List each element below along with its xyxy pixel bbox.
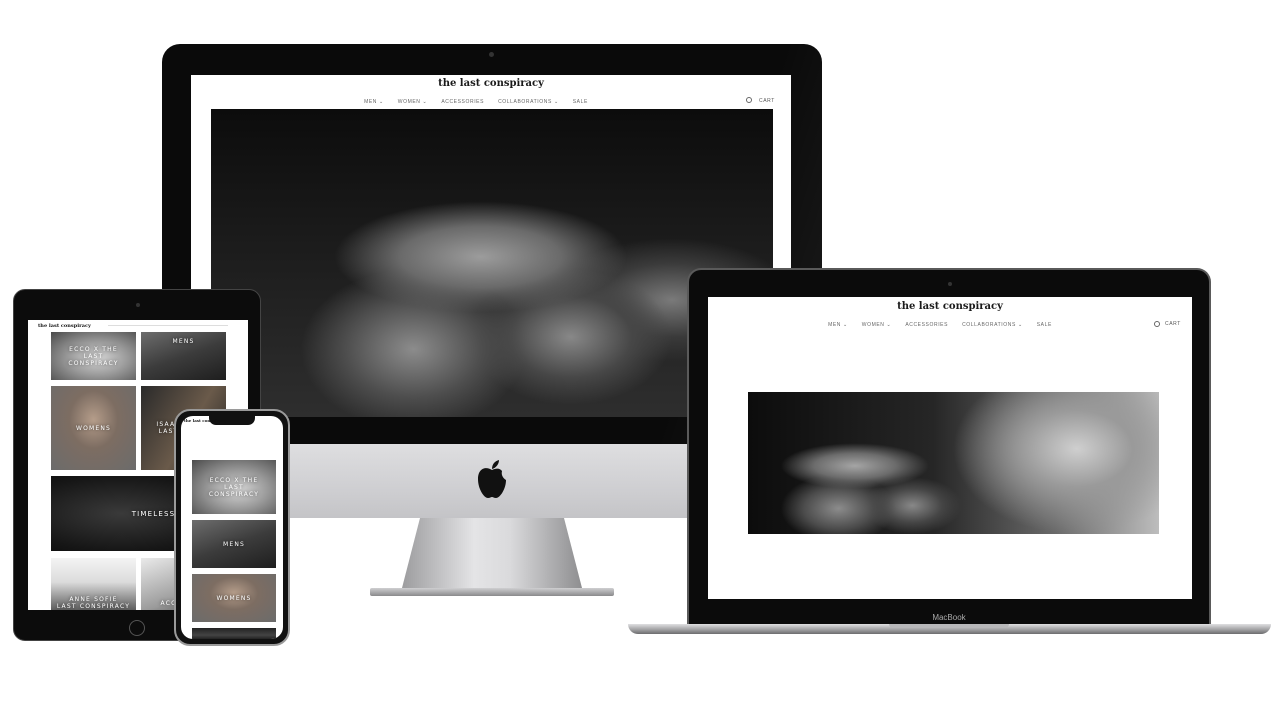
- nav-accessories[interactable]: ACCESSORIES: [441, 99, 484, 105]
- apple-logo-icon: [474, 458, 510, 500]
- laptop-cart-link[interactable]: CART: [1165, 321, 1181, 327]
- site-title[interactable]: the last conspiracy: [191, 78, 791, 89]
- iphone-screen: the last conspiracy ECCO X THE LAST CONS…: [181, 416, 283, 639]
- macbook-screen: the last conspiracy MEN ⌄ WOMEN ⌄ ACCESS…: [708, 297, 1192, 599]
- macbook-lid: the last conspiracy MEN ⌄ WOMEN ⌄ ACCESS…: [687, 268, 1211, 624]
- imac-camera: [489, 52, 494, 57]
- laptop-nav-accessories[interactable]: ACCESSORIES: [905, 322, 948, 328]
- tile-womens[interactable]: WOMENS: [51, 386, 136, 470]
- tile-anne-sofie[interactable]: ANNE SOFIE LAST CONSPIRACY: [51, 558, 136, 610]
- iphone-device: the last conspiracy ECCO X THE LAST CONS…: [174, 409, 290, 646]
- laptop-search-icon[interactable]: [1154, 321, 1160, 327]
- imac-stand-foot: [370, 588, 614, 596]
- laptop-nav-women[interactable]: WOMEN ⌄: [862, 322, 892, 328]
- laptop-hero-image: [748, 392, 1159, 534]
- tile-mens[interactable]: MENS: [141, 332, 226, 380]
- iphone-site-title[interactable]: the last conspiracy: [184, 418, 226, 423]
- ipad-home-button: [129, 620, 145, 636]
- laptop-nav-sale[interactable]: SALE: [1037, 322, 1052, 328]
- nav-collaborations[interactable]: COLLABORATIONS ⌄: [498, 99, 559, 105]
- imac-stand: [402, 518, 582, 588]
- phone-tile-womens[interactable]: WOMENS: [192, 574, 276, 622]
- nav-men[interactable]: MEN ⌄: [364, 99, 384, 105]
- macbook-notch: [889, 624, 1009, 628]
- phone-tile-mens[interactable]: MENS: [192, 520, 276, 568]
- macbook-camera: [948, 282, 952, 286]
- laptop-site-title[interactable]: the last conspiracy: [708, 301, 1192, 312]
- nav-women[interactable]: WOMEN ⌄: [398, 99, 428, 105]
- macbook-brand: MacBook: [932, 613, 966, 622]
- cart-link[interactable]: CART: [759, 98, 775, 104]
- ipad-camera: [136, 303, 140, 307]
- laptop-main-nav: MEN ⌄ WOMEN ⌄ ACCESSORIES COLLABORATIONS…: [708, 322, 1192, 328]
- nav-sale[interactable]: SALE: [573, 99, 588, 105]
- ipad-site-title[interactable]: the last conspiracy: [38, 323, 91, 329]
- laptop-nav-men[interactable]: MEN ⌄: [828, 322, 848, 328]
- phone-tile-ecco[interactable]: ECCO X THE LAST CONSPIRACY: [192, 460, 276, 514]
- tile-ecco[interactable]: ECCO X THE LAST CONSPIRACY: [51, 332, 136, 380]
- ipad-nav-rule: [108, 325, 228, 326]
- main-nav: MEN ⌄ WOMEN ⌄ ACCESSORIES COLLABORATIONS…: [191, 99, 791, 105]
- laptop-nav-collaborations[interactable]: COLLABORATIONS ⌄: [962, 322, 1023, 328]
- macbook-device: the last conspiracy MEN ⌄ WOMEN ⌄ ACCESS…: [628, 268, 1271, 638]
- search-icon[interactable]: [746, 97, 752, 103]
- phone-tile-next[interactable]: [192, 628, 276, 639]
